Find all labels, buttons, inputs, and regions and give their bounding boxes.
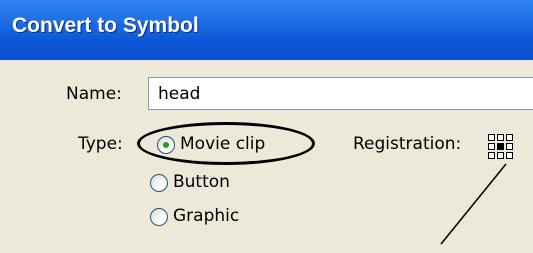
title-bar: Convert to Symbol [0, 0, 533, 60]
dialog-body: Name: Type: Movie clip Button Graphic Re… [0, 60, 533, 253]
dialog-title: Convert to Symbol [12, 14, 199, 37]
annotation-arrow [440, 163, 507, 245]
